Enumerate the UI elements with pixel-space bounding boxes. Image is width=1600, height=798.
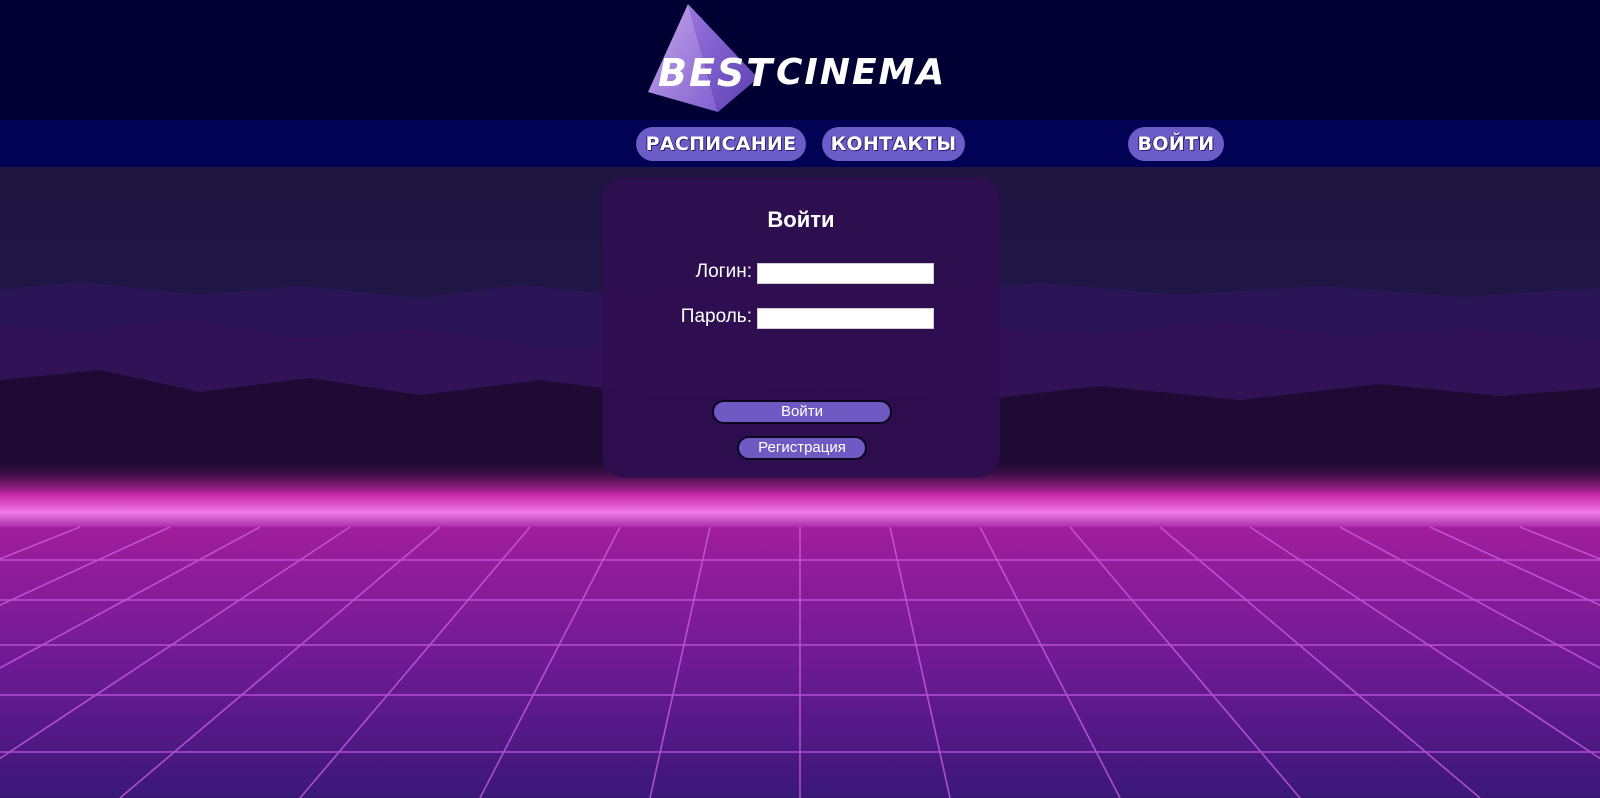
nav-login-button[interactable]: ВОЙТИ xyxy=(1128,127,1224,161)
register-button[interactable]: Регистрация xyxy=(737,436,867,460)
login-title: Войти xyxy=(767,207,835,232)
submit-login-button[interactable]: Войти xyxy=(712,400,892,424)
site-header: BEST CINEMA xyxy=(0,0,1600,120)
pyramid-logo-icon: BEST CINEMA xyxy=(648,4,946,112)
nav-bar: РАСПИСАНИЕ КОНТАКТЫ ВОЙТИ xyxy=(0,120,1600,167)
logo-word-best: BEST xyxy=(658,51,775,95)
nav-contacts-button[interactable]: КОНТАКТЫ xyxy=(822,127,965,161)
login-label: Логин: xyxy=(695,261,752,282)
login-input[interactable] xyxy=(757,263,934,284)
password-label: Пароль: xyxy=(680,306,752,327)
login-card: Войти Логин: Пароль: Войти Регистрация xyxy=(602,177,1000,478)
logo-word-cinema: CINEMA xyxy=(776,52,946,93)
password-input[interactable] xyxy=(757,308,934,329)
nav-schedule-button[interactable]: РАСПИСАНИЕ xyxy=(636,127,806,161)
logo[interactable]: BEST CINEMA xyxy=(648,4,968,116)
